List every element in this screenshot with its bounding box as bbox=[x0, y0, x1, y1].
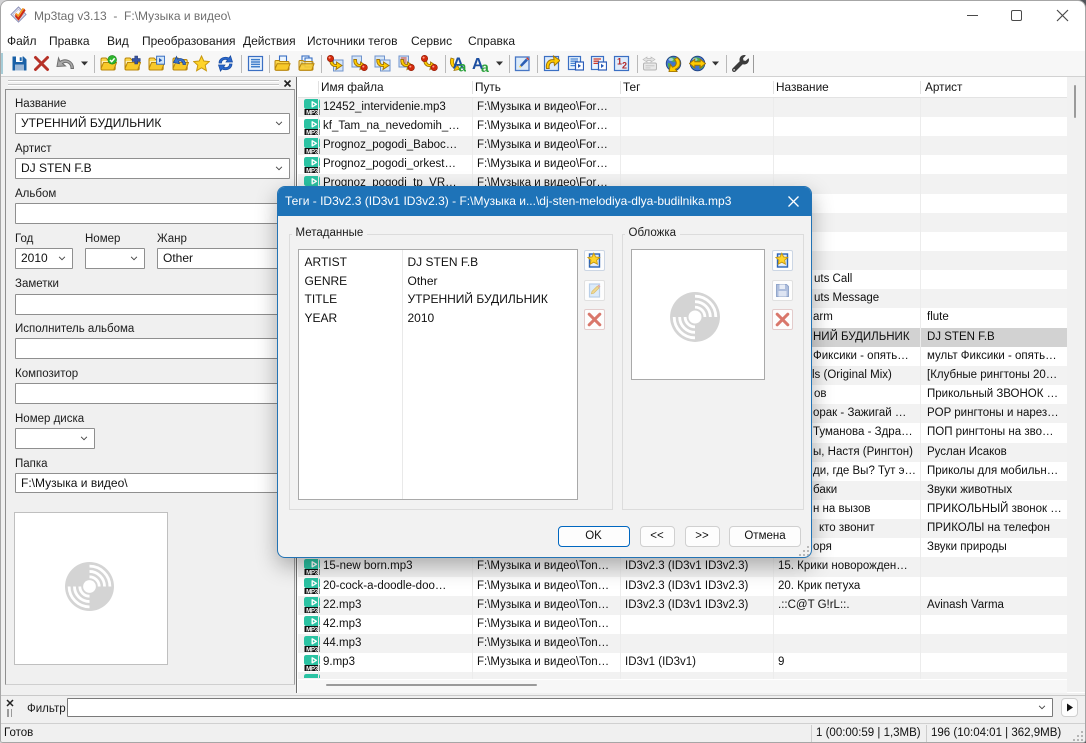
svg-text:2: 2 bbox=[622, 61, 627, 71]
svg-text:a: a bbox=[481, 59, 489, 72]
svg-text:a: a bbox=[459, 59, 467, 73]
